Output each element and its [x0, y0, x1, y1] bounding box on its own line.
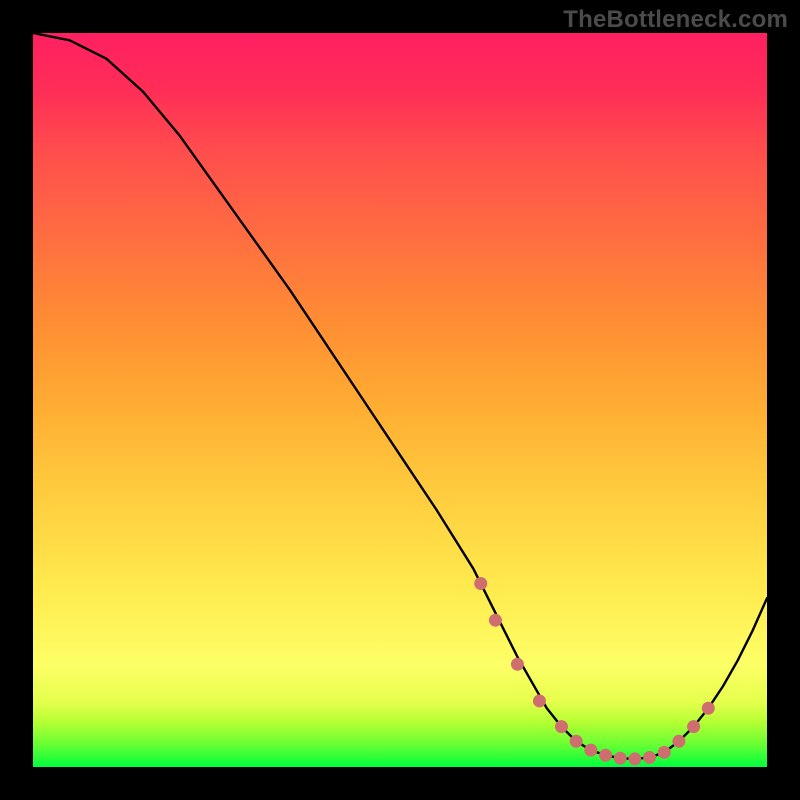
curve-marker: [584, 744, 597, 757]
plot-area: [33, 33, 767, 767]
curve-marker: [533, 694, 546, 707]
curve-marker: [628, 752, 641, 765]
curve-path: [33, 33, 767, 759]
curve-marker: [489, 614, 502, 627]
curve-marker: [474, 577, 487, 590]
curve-marker: [658, 746, 671, 759]
curve-marker: [687, 720, 700, 733]
curve-markers: [474, 577, 715, 765]
curve-marker: [599, 749, 612, 762]
bottleneck-curve: [33, 33, 767, 767]
watermark-text: TheBottleneck.com: [563, 6, 788, 34]
chart-frame: TheBottleneck.com: [0, 0, 800, 800]
curve-marker: [570, 735, 583, 748]
curve-marker: [643, 751, 656, 764]
curve-marker: [614, 752, 627, 765]
curve-marker: [672, 735, 685, 748]
curve-marker: [702, 702, 715, 715]
curve-marker: [555, 720, 568, 733]
curve-marker: [511, 658, 524, 671]
